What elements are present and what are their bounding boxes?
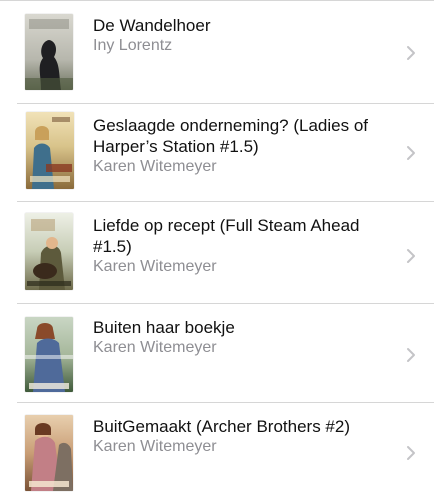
book-list: De Wandelhoer Iny Lorentz Geslaagde onde… (0, 0, 434, 500)
book-row-geslaagde-onderneming[interactable]: Geslaagde onderneming? (Ladies of Harper… (0, 104, 434, 202)
book-title: De Wandelhoer (93, 16, 211, 35)
chevron-right-icon (407, 249, 415, 263)
book-author: Karen Witemeyer (93, 438, 217, 455)
chevron-right-icon (407, 146, 415, 160)
book-title: Geslaagde onderneming? (Ladies of Harper… (93, 116, 369, 156)
book-texts: Buiten haar boekje Karen Witemeyer (93, 317, 394, 358)
book-row-buiten-haar-boekje[interactable]: Buiten haar boekje Karen Witemeyer (0, 304, 434, 403)
book-cover-buitgemaakt (25, 415, 73, 491)
book-cover-de-wandelhoer (25, 14, 73, 90)
book-texts: Geslaagde onderneming? (Ladies of Harper… (93, 115, 394, 177)
book-author: Karen Witemeyer (93, 339, 217, 356)
book-title: Liefde op recept (Full Steam Ahead #1.5) (93, 216, 360, 256)
book-title: Buiten haar boekje (93, 318, 235, 337)
chevron-right-icon (407, 446, 415, 460)
book-row-buitgemaakt[interactable]: BuitGemaakt (Archer Brothers #2) Karen W… (0, 403, 434, 500)
chevron-right-icon (407, 46, 415, 60)
book-texts: De Wandelhoer Iny Lorentz (93, 15, 394, 56)
book-author: Karen Witemeyer (93, 158, 217, 175)
book-texts: BuitGemaakt (Archer Brothers #2) Karen W… (93, 416, 394, 457)
chevron-right-icon (407, 348, 415, 362)
book-author: Karen Witemeyer (93, 258, 217, 275)
book-author: Iny Lorentz (93, 37, 173, 54)
book-title: BuitGemaakt (Archer Brothers #2) (93, 417, 350, 436)
book-row-de-wandelhoer[interactable]: De Wandelhoer Iny Lorentz (0, 1, 434, 104)
book-texts: Liefde op recept (Full Steam Ahead #1.5)… (93, 215, 394, 277)
book-cover-buiten-haar-boekje (25, 317, 73, 392)
book-cover-liefde-op-recept (25, 213, 73, 290)
book-row-liefde-op-recept[interactable]: Liefde op recept (Full Steam Ahead #1.5)… (0, 202, 434, 304)
book-cover-geslaagde-onderneming (26, 112, 74, 189)
